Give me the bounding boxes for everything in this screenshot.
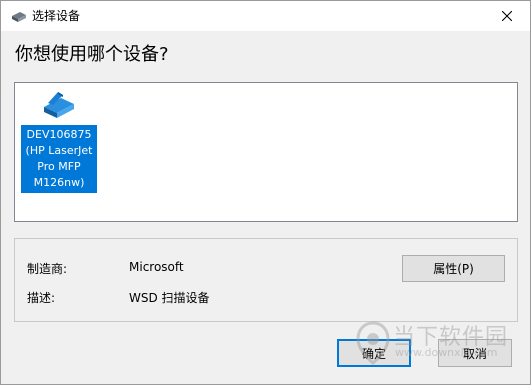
properties-button[interactable]: 属性(P) bbox=[402, 255, 505, 282]
scanner-icon bbox=[10, 9, 28, 23]
close-icon[interactable] bbox=[484, 1, 530, 31]
cancel-button[interactable]: 取消 bbox=[438, 339, 512, 367]
device-info-panel: 制造商: Microsoft 描述: WSD 扫描设备 属性(P) bbox=[14, 238, 518, 322]
ok-button[interactable]: 确定 bbox=[337, 339, 411, 367]
description-value: WSD 扫描设备 bbox=[129, 291, 210, 305]
window-title: 选择设备 bbox=[32, 9, 81, 23]
device-label[interactable]: DEV106875 (HP LaserJet Pro MFP M126nw) bbox=[21, 125, 97, 193]
description-label: 描述: bbox=[27, 291, 56, 305]
device-list[interactable]: DEV106875 (HP LaserJet Pro MFP M126nw) bbox=[14, 82, 518, 222]
scanner-icon bbox=[41, 89, 77, 121]
select-device-dialog: 选择设备 你想使用哪个设备? DEV106875 (HP LaserJet Pr… bbox=[0, 0, 531, 385]
manufacturer-value: Microsoft bbox=[129, 260, 184, 274]
device-item[interactable]: DEV106875 (HP LaserJet Pro MFP M126nw) bbox=[19, 87, 99, 193]
title-bar[interactable]: 选择设备 bbox=[1, 1, 530, 31]
page-title: 你想使用哪个设备? bbox=[15, 44, 169, 65]
manufacturer-label: 制造商: bbox=[27, 262, 68, 276]
